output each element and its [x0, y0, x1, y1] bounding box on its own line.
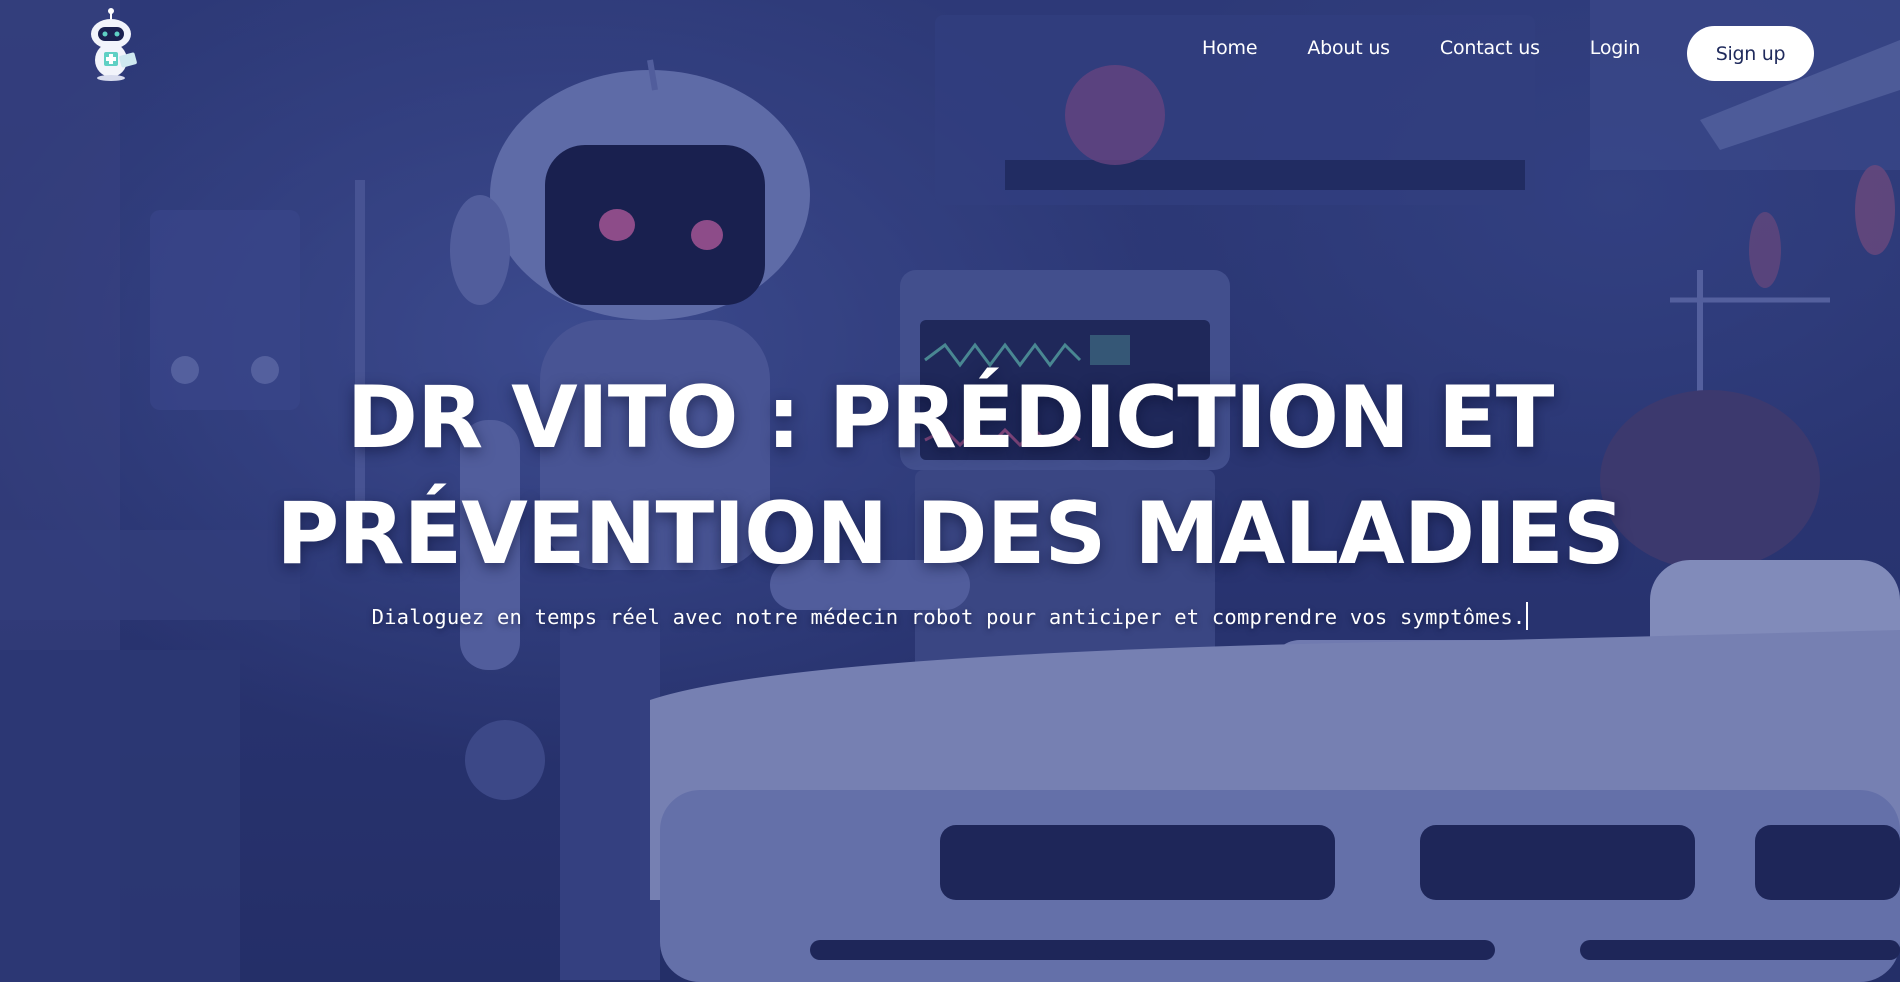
top-navigation-bar: Home About us Contact us Login Sign up — [0, 0, 1900, 104]
typing-caret — [1526, 602, 1529, 630]
hero-title: DR VITO : PRÉDICTION ET PRÉVENTION DES M… — [250, 360, 1650, 592]
main-nav: Home About us Contact us Login — [1202, 37, 1690, 59]
hero-subtitle: Dialoguez en temps réel avec notre médec… — [372, 602, 1529, 630]
nav-link-home[interactable]: Home — [1202, 37, 1258, 59]
hero-section: DR VITO : PRÉDICTION ET PRÉVENTION DES M… — [0, 360, 1900, 630]
nav-link-login[interactable]: Login — [1590, 37, 1640, 59]
hero-title-line-1: DR VITO : PRÉDICTION ET — [346, 368, 1555, 468]
nav-link-contact-us[interactable]: Contact us — [1440, 37, 1540, 59]
nav-link-about-us[interactable]: About us — [1307, 37, 1390, 59]
hero-subtitle-text: Dialoguez en temps réel avec notre médec… — [371, 605, 1526, 629]
hero-title-line-2: PRÉVENTION DES MALADIES — [276, 484, 1625, 584]
signup-button[interactable]: Sign up — [1687, 26, 1814, 81]
robot-doctor-logo-icon[interactable] — [82, 8, 140, 82]
